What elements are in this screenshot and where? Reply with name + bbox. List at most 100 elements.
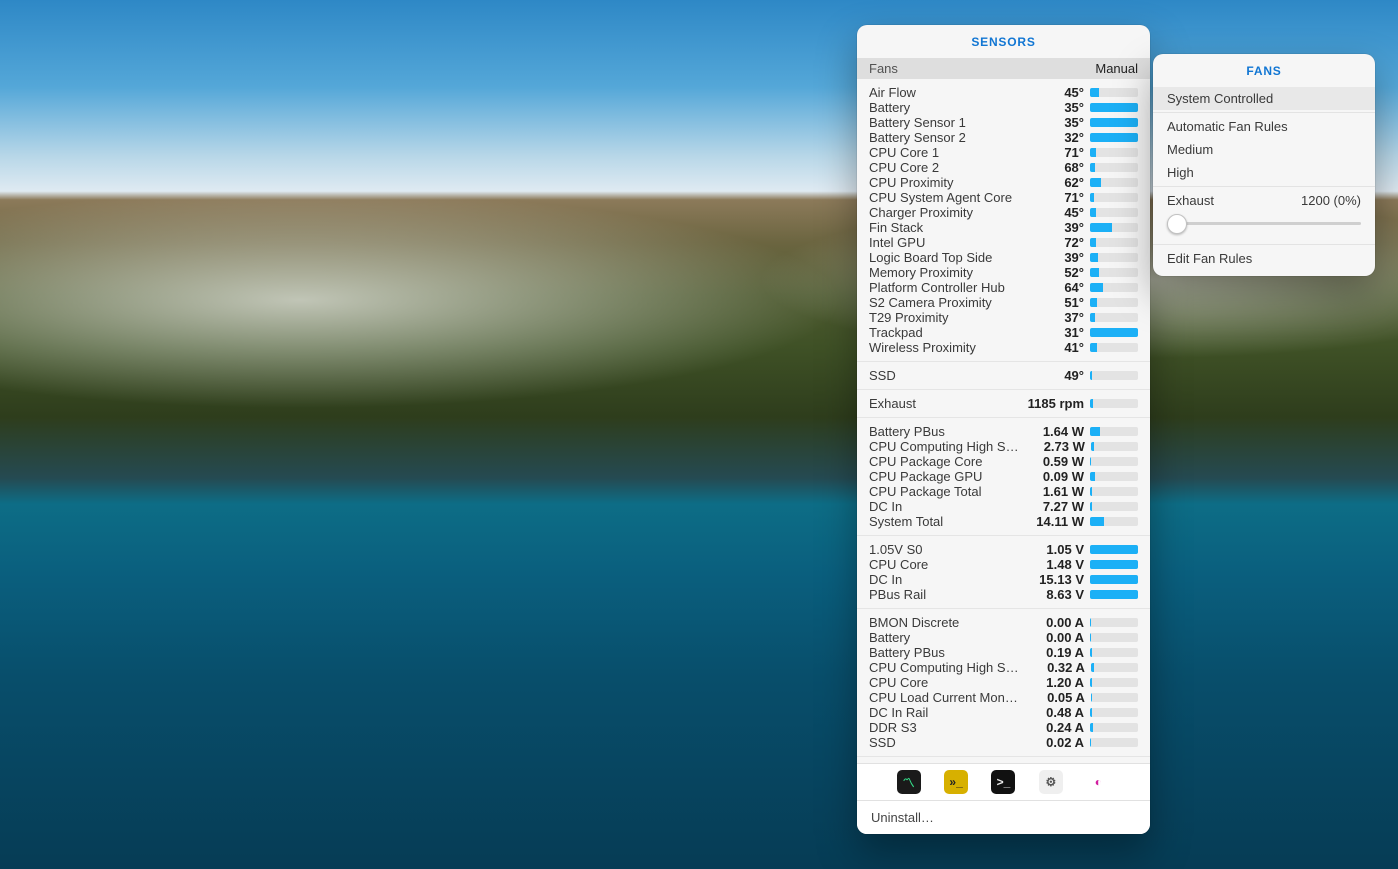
sensor-bar bbox=[1090, 208, 1138, 217]
sensor-bar bbox=[1090, 253, 1138, 262]
sensor-row[interactable]: Battery35° bbox=[857, 100, 1150, 115]
sensor-bar bbox=[1090, 633, 1138, 642]
fan-mode-option[interactable]: High bbox=[1153, 161, 1375, 184]
slider-knob[interactable] bbox=[1167, 214, 1187, 234]
terminal-icon[interactable]: >_ bbox=[991, 770, 1015, 794]
sensor-bar bbox=[1090, 178, 1138, 187]
sensor-bar bbox=[1091, 663, 1138, 672]
fan-mode-option[interactable]: Medium bbox=[1153, 138, 1375, 161]
sensor-bar bbox=[1090, 517, 1138, 526]
uninstall-button[interactable]: Uninstall… bbox=[857, 800, 1150, 834]
sensor-label: DDR S3 bbox=[869, 720, 1018, 735]
sensor-row[interactable]: SSD0.02 A bbox=[857, 735, 1150, 750]
sensor-row[interactable]: Fin Stack39° bbox=[857, 220, 1150, 235]
sensor-row[interactable]: CPU Core 268° bbox=[857, 160, 1150, 175]
sensor-row[interactable]: DC In15.13 V bbox=[857, 572, 1150, 587]
sensor-value: 0.00 A bbox=[1018, 615, 1084, 630]
sensor-row[interactable]: CPU Load Current Monitor0.05 A bbox=[857, 690, 1150, 705]
speedtest-icon[interactable]: ◐ bbox=[1086, 770, 1110, 794]
sensor-row[interactable]: CPU Package GPU0.09 W bbox=[857, 469, 1150, 484]
sensor-row[interactable]: Exhaust1185 rpm bbox=[857, 396, 1150, 411]
sensor-row[interactable]: PBus Rail8.63 V bbox=[857, 587, 1150, 602]
sensor-value: 7.27 W bbox=[1018, 499, 1084, 514]
sensor-row[interactable]: Battery PBus1.64 W bbox=[857, 424, 1150, 439]
sensor-row[interactable]: CPU Proximity62° bbox=[857, 175, 1150, 190]
sensor-row[interactable]: Wireless Proximity41° bbox=[857, 340, 1150, 355]
sensor-row[interactable]: SSD49° bbox=[857, 368, 1150, 383]
sensor-row[interactable]: Intel GPU72° bbox=[857, 235, 1150, 250]
sensor-row[interactable]: CPU System Agent Core71° bbox=[857, 190, 1150, 205]
sensor-row[interactable]: 1.05V S01.05 V bbox=[857, 542, 1150, 557]
sensor-row[interactable]: DDR S30.24 A bbox=[857, 720, 1150, 735]
sensor-bar bbox=[1090, 545, 1138, 554]
sensor-value: 31° bbox=[1018, 325, 1084, 340]
sensor-row[interactable]: CPU Package Total1.61 W bbox=[857, 484, 1150, 499]
fans-header-left: Fans bbox=[869, 61, 898, 76]
sensor-row[interactable]: Trackpad31° bbox=[857, 325, 1150, 340]
separator bbox=[1153, 244, 1375, 245]
sensor-row[interactable]: CPU Package Core0.59 W bbox=[857, 454, 1150, 469]
sensor-row[interactable]: Platform Controller Hub64° bbox=[857, 280, 1150, 295]
sensor-label: CPU Package Core bbox=[869, 454, 1018, 469]
sensor-row[interactable]: DC In Rail0.48 A bbox=[857, 705, 1150, 720]
sensor-value: 1.48 V bbox=[1018, 557, 1084, 572]
sensor-row[interactable]: Charger Proximity45° bbox=[857, 205, 1150, 220]
sensor-label: CPU Package Total bbox=[869, 484, 1018, 499]
sensor-label: Intel GPU bbox=[869, 235, 1018, 250]
sensor-value: 15.13 V bbox=[1018, 572, 1084, 587]
sensor-label: SSD bbox=[869, 735, 1018, 750]
sensor-bar bbox=[1090, 118, 1138, 127]
fan-mode-option[interactable]: System Controlled bbox=[1153, 87, 1375, 110]
sensor-row[interactable]: Logic Board Top Side39° bbox=[857, 250, 1150, 265]
sensor-bar bbox=[1090, 560, 1138, 569]
sensor-bar bbox=[1090, 313, 1138, 322]
sensor-row[interactable]: BMON Discrete0.00 A bbox=[857, 615, 1150, 630]
sensor-row[interactable]: T29 Proximity37° bbox=[857, 310, 1150, 325]
sensor-list[interactable]: Air Flow45°Battery35°Battery Sensor 135°… bbox=[857, 79, 1150, 763]
sensor-value: 0.02 A bbox=[1018, 735, 1084, 750]
sensor-row[interactable]: CPU Core1.48 V bbox=[857, 557, 1150, 572]
sensor-row[interactable]: CPU Computing High Side0.32 A bbox=[857, 660, 1150, 675]
sensor-label: Wireless Proximity bbox=[869, 340, 1018, 355]
sensor-label: DC In Rail bbox=[869, 705, 1018, 720]
sensor-label: Battery PBus bbox=[869, 424, 1018, 439]
sensor-row[interactable]: System Total14.11 W bbox=[857, 514, 1150, 529]
slider-track bbox=[1167, 222, 1361, 225]
sensor-bar bbox=[1090, 88, 1138, 97]
sensor-row[interactable]: S2 Camera Proximity51° bbox=[857, 295, 1150, 310]
sensor-row[interactable]: DC In7.27 W bbox=[857, 499, 1150, 514]
sensor-bar bbox=[1090, 457, 1138, 466]
sensor-row[interactable]: CPU Core 171° bbox=[857, 145, 1150, 160]
sensor-bar bbox=[1090, 487, 1138, 496]
sensor-row[interactable]: Battery Sensor 135° bbox=[857, 115, 1150, 130]
sensor-value: 0.19 A bbox=[1018, 645, 1084, 660]
sensor-row[interactable]: CPU Computing High Side2.73 W bbox=[857, 439, 1150, 454]
sensor-value: 62° bbox=[1018, 175, 1084, 190]
sensor-value: 45° bbox=[1018, 85, 1084, 100]
sensor-bar bbox=[1090, 148, 1138, 157]
sensor-value: 0.59 W bbox=[1018, 454, 1084, 469]
sensor-row[interactable]: Memory Proximity52° bbox=[857, 265, 1150, 280]
sensor-row[interactable]: CPU Core1.20 A bbox=[857, 675, 1150, 690]
sensor-label: CPU Core bbox=[869, 675, 1018, 690]
sensor-label: Battery bbox=[869, 630, 1018, 645]
sensor-label: DC In bbox=[869, 499, 1018, 514]
sensor-label: Fin Stack bbox=[869, 220, 1018, 235]
edit-fan-rules[interactable]: Edit Fan Rules bbox=[1153, 247, 1375, 276]
activity-monitor-icon[interactable]: 〽︎ bbox=[897, 770, 921, 794]
sensor-value: 51° bbox=[1018, 295, 1084, 310]
system-information-icon[interactable]: ⚙︎ bbox=[1039, 770, 1063, 794]
sensor-row[interactable]: Air Flow45° bbox=[857, 85, 1150, 100]
fan-speed-slider[interactable] bbox=[1167, 214, 1361, 232]
sensor-row[interactable]: Battery Sensor 232° bbox=[857, 130, 1150, 145]
sensor-bar bbox=[1090, 427, 1138, 436]
sensor-bar bbox=[1090, 738, 1138, 747]
console-icon[interactable]: »_ bbox=[944, 770, 968, 794]
sensor-label: S2 Camera Proximity bbox=[869, 295, 1018, 310]
sensor-value: 71° bbox=[1018, 145, 1084, 160]
sensor-row[interactable]: Battery PBus0.19 A bbox=[857, 645, 1150, 660]
sensor-row[interactable]: Battery0.00 A bbox=[857, 630, 1150, 645]
fan-mode-option[interactable]: Automatic Fan Rules bbox=[1153, 115, 1375, 138]
fans-panel: FANS System ControlledAutomatic Fan Rule… bbox=[1153, 54, 1375, 276]
fans-mode-header[interactable]: Fans Manual bbox=[857, 58, 1150, 79]
